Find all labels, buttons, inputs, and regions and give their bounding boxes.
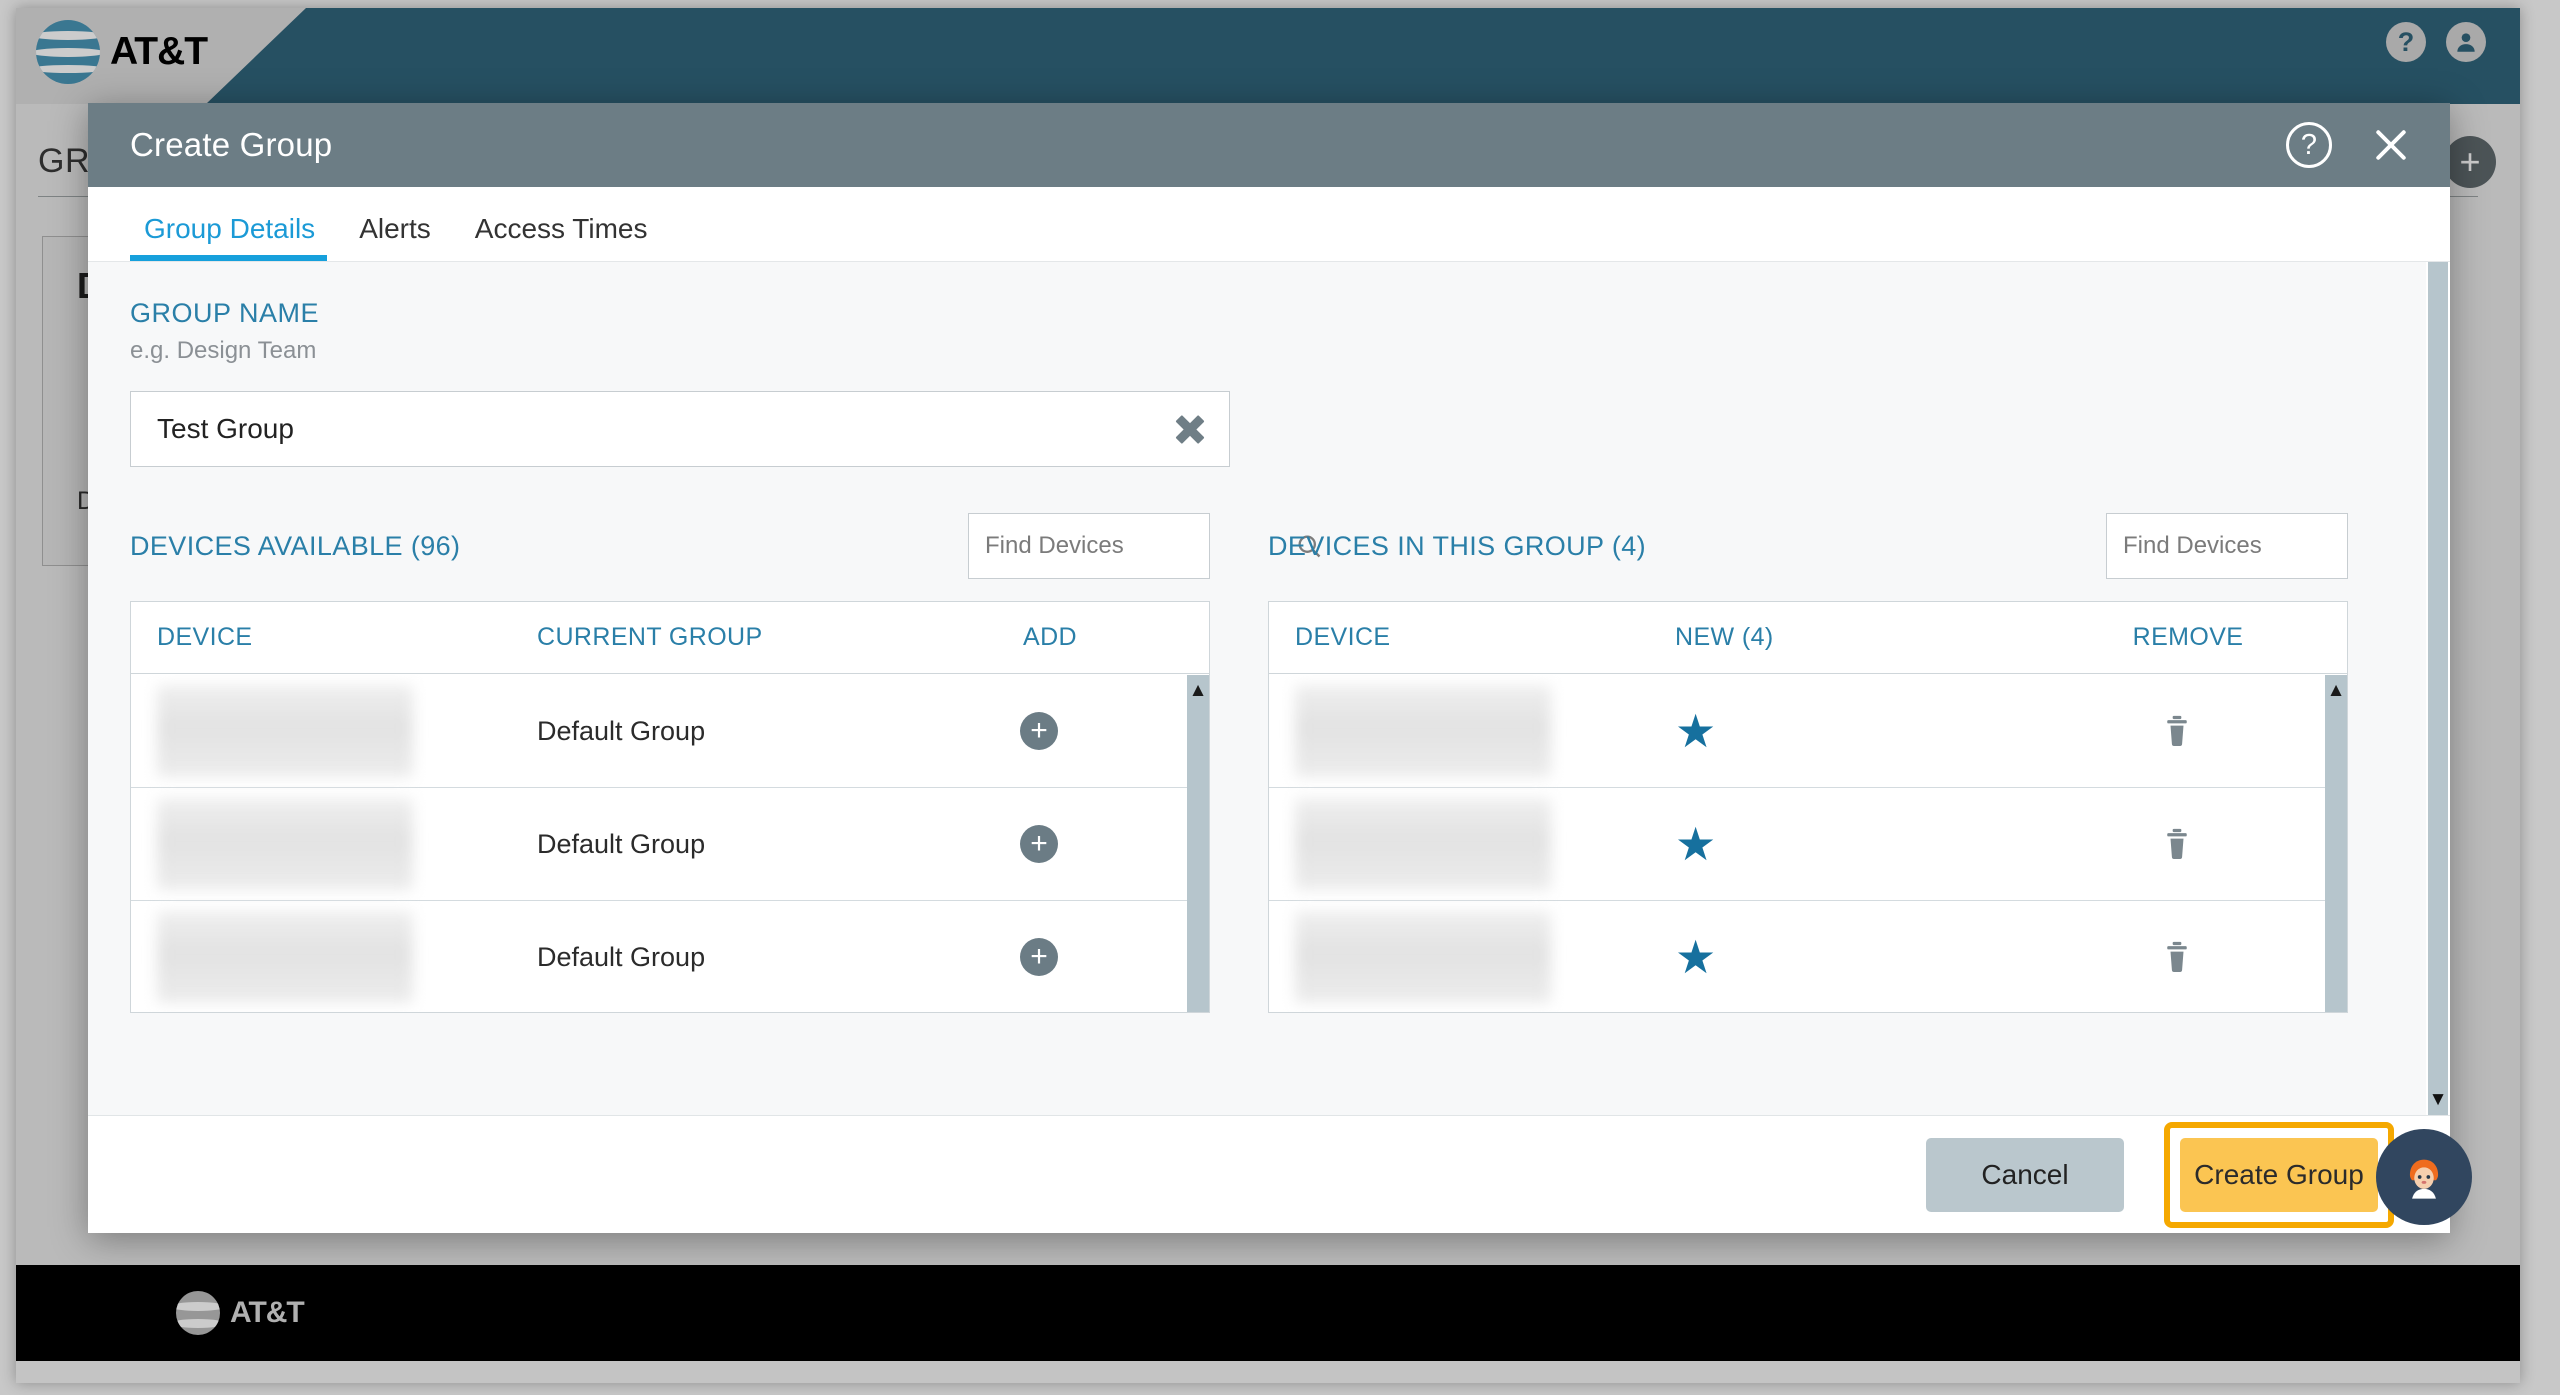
dialog-tabs: Group Details Alerts Access Times — [88, 187, 2450, 261]
dialog-scroll-thumb[interactable] — [2428, 262, 2448, 1115]
available-search-input[interactable] — [985, 532, 1295, 560]
dialog-header: Create Group ? — [88, 103, 2450, 187]
device-name-redacted — [1295, 798, 1551, 890]
add-device-icon[interactable]: + — [1020, 825, 1058, 863]
device-name-redacted — [157, 798, 413, 890]
add-device-icon[interactable]: + — [1020, 938, 1058, 976]
new-cell: ★ — [1675, 821, 2065, 867]
chevron-up-icon[interactable]: ▲ — [2325, 681, 2347, 700]
add-device-icon[interactable]: + — [1020, 712, 1058, 750]
att-globe-icon — [36, 20, 100, 84]
table-row[interactable]: Default Group + — [131, 901, 1187, 1012]
trash-icon[interactable] — [2164, 941, 2190, 973]
table-row[interactable]: Default Group + — [131, 675, 1187, 788]
available-search-box[interactable] — [968, 513, 1321, 579]
att-globe-icon-footer — [176, 1291, 220, 1335]
add-cell: + — [927, 938, 1187, 976]
group-name-hint: e.g. Design Team — [130, 337, 317, 364]
add-cell: + — [927, 825, 1187, 863]
group-name-input[interactable] — [157, 413, 1173, 445]
trash-icon[interactable] — [2164, 715, 2190, 747]
tab-group-details[interactable]: Group Details — [130, 213, 337, 261]
app-top-bar: AT&T ? — [16, 8, 2520, 104]
col-header-remove: REMOVE — [2132, 623, 2244, 651]
remove-cell — [2065, 715, 2325, 747]
chevron-down-icon[interactable]: ▼ — [2426, 1090, 2450, 1109]
device-name-redacted — [1295, 911, 1551, 1003]
col-header-device: DEVICE — [157, 623, 253, 651]
trash-icon[interactable] — [2164, 828, 2190, 860]
new-cell: ★ — [1675, 708, 2065, 754]
table-row[interactable]: ★ — [1269, 675, 2325, 788]
devices-in-group-title: DEVICES IN THIS GROUP (4) — [1268, 530, 1647, 561]
dialog-title: Create Group — [130, 126, 333, 163]
in-group-table-scrollbar[interactable]: ▲ — [2325, 675, 2347, 1012]
in-group-devices-table: DEVICE NEW (4) REMOVE ★ ★ ★ ▲ — [1268, 601, 2348, 1013]
devices-in-group-panel: DEVICES IN THIS GROUP (4) Find Devices D… — [1268, 513, 2450, 1013]
star-icon: ★ — [1675, 705, 1717, 757]
col-header-new: NEW (4) — [1675, 623, 1774, 651]
footer-att-wordmark: AT&T — [230, 1296, 305, 1329]
available-table-scrollbar[interactable]: ▲ — [1187, 675, 1209, 1012]
current-group-value: Default Group — [537, 941, 706, 972]
remove-cell — [2065, 828, 2325, 860]
chevron-up-icon[interactable]: ▲ — [1187, 681, 1209, 700]
tab-alerts[interactable]: Alerts — [337, 213, 453, 261]
in-group-search-box[interactable] — [2106, 513, 2450, 579]
current-group-value: Default Group — [537, 715, 706, 746]
dialog-scrollbar[interactable]: ▼ — [2426, 262, 2450, 1115]
table-row[interactable]: Default Group + — [131, 788, 1187, 901]
in-group-search-input[interactable] — [2123, 532, 2433, 560]
tab-access-times[interactable]: Access Times — [453, 213, 670, 261]
table-row[interactable]: ★ — [1269, 901, 2325, 1012]
top-bar-icons: ? — [2386, 22, 2486, 62]
help-circle-icon[interactable]: ? — [2386, 22, 2426, 62]
account-circle-icon[interactable] — [2446, 22, 2486, 62]
current-group-value: Default Group — [537, 828, 706, 859]
device-name-redacted — [157, 685, 413, 777]
device-name-redacted — [1295, 685, 1551, 777]
star-icon: ★ — [1675, 818, 1717, 870]
table-row[interactable]: ★ — [1269, 788, 2325, 901]
browser-page: AT&T ? GROUPS + D — [16, 8, 2520, 1383]
chat-agent-avatar[interactable] — [2376, 1129, 2472, 1225]
clear-x-icon[interactable] — [1173, 412, 1207, 446]
att-logo: AT&T — [36, 20, 208, 84]
available-devices-table: DEVICE CURRENT GROUP ADD Default Group +… — [130, 601, 1210, 1013]
add-group-button[interactable]: + — [2444, 136, 2496, 188]
device-name-redacted — [157, 911, 413, 1003]
devices-available-title: DEVICES AVAILABLE (96) — [130, 530, 461, 561]
in-group-panel-header: DEVICES IN THIS GROUP (4) — [1268, 513, 2450, 579]
dialog-header-actions: ? — [2286, 122, 2414, 168]
available-panel-header: DEVICES AVAILABLE (96) — [130, 513, 1321, 579]
group-name-label: GROUP NAME — [130, 298, 320, 328]
app-footer: AT&T — [16, 1265, 2520, 1361]
col-header-current-group: CURRENT GROUP — [537, 623, 763, 651]
new-cell: ★ — [1675, 934, 2065, 980]
cancel-button[interactable]: Cancel — [1926, 1137, 2124, 1212]
col-header-add: ADD — [1023, 623, 1077, 651]
dialog-body: GROUP NAME e.g. Design Team DEVICES AVAI… — [88, 261, 2450, 1115]
dialog-help-icon[interactable]: ? — [2286, 122, 2332, 168]
in-group-table-rows: ★ ★ ★ — [1269, 675, 2325, 1012]
in-group-table-header: DEVICE NEW (4) REMOVE — [1269, 602, 2347, 674]
screen: AT&T ? GROUPS + D — [0, 0, 2560, 1395]
dialog-close-icon[interactable] — [2368, 122, 2414, 168]
dialog-footer: Cancel Create Group — [88, 1115, 2450, 1233]
device-panels: DEVICES AVAILABLE (96) Find Devices DEVI… — [130, 513, 2450, 1013]
devices-available-panel: DEVICES AVAILABLE (96) Find Devices DEVI… — [130, 513, 1321, 1013]
remove-cell — [2065, 941, 2325, 973]
star-icon: ★ — [1675, 931, 1717, 983]
att-wordmark: AT&T — [110, 30, 208, 73]
footer-att-logo: AT&T — [176, 1291, 305, 1335]
create-group-dialog: Create Group ? Group Details Alerts Acce… — [88, 103, 2450, 1233]
available-table-header: DEVICE CURRENT GROUP ADD — [131, 602, 1209, 674]
col-header-device: DEVICE — [1295, 623, 1391, 651]
create-group-button[interactable]: Create Group — [2180, 1137, 2378, 1212]
group-name-field[interactable] — [130, 391, 1230, 467]
create-group-highlight: Create Group — [2164, 1121, 2394, 1228]
add-cell: + — [927, 712, 1187, 750]
available-table-rows: Default Group + Default Group + Default … — [131, 675, 1187, 1012]
